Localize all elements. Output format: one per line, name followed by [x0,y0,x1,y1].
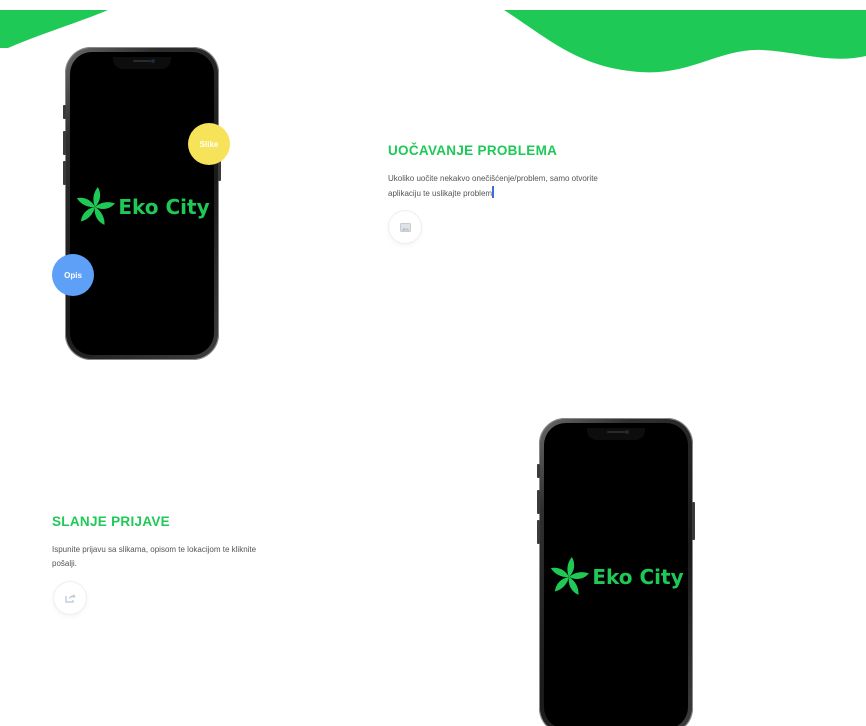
pinwheel-leaf-icon [77,186,116,225]
phone-speaker [133,60,151,62]
slike-badge: Slike [188,123,230,165]
phone-notch [587,428,645,440]
share-icon [64,594,75,603]
eko-city-logo: Eko City [544,556,688,598]
phone-mockup-2: Eko City [537,418,695,726]
top-left-wave [0,10,108,48]
phone-speaker [607,431,625,433]
feature-desc-line: Ispunite prijavu sa slikama, opisom te l… [52,545,257,554]
phone-side-button [537,464,540,478]
image-icon [399,222,411,232]
phone-mockup-1: Eko City [63,47,221,360]
feature-title-slanje: SLANJE PRIJAVE [52,514,170,529]
opis-badge: Opis [52,254,94,296]
feature-desc-text: aplikaciju te uslikajte problem [388,188,493,198]
eko-city-logo: Eko City [70,186,214,228]
phone-side-button [63,105,66,119]
phone-volume-up [537,490,540,514]
slike-badge-label: Slike [199,139,219,149]
phone-camera [151,59,155,63]
phone-screen: Eko City [544,423,688,726]
phone-notch [113,57,171,69]
opis-badge-label: Opis [64,270,82,280]
phone-screen: Eko City [70,52,214,355]
logo-text: Eko City [592,565,684,589]
logo-text: Eko City [118,195,210,219]
phone-volume-down [537,520,540,544]
feature-desc-line: aplikaciju te uslikajte problem [388,185,688,201]
page: Eko City Slike Opis UOČAVANJE PROBLEMA U… [0,0,866,726]
feature-desc-line: Ukoliko uočite nekakvo onečišćenje/probl… [388,174,598,183]
phone-volume-up [63,131,66,155]
feature-desc-line: pošalji. [52,558,77,568]
feature-title-uocavanje: UOČAVANJE PROBLEMA [388,143,558,158]
phone-camera [625,430,629,434]
top-right-wave [504,10,866,73]
feature-desc-uocavanje: Ukoliko uočite nekakvo onečišćenje/probl… [388,172,688,200]
phone-volume-down [63,161,66,185]
phone-power-button [692,502,695,540]
pinwheel-leaf-icon [551,556,590,595]
feature-desc-slanje: Ispunite prijavu sa slikama, opisom te l… [52,543,352,570]
text-cursor [492,185,495,198]
image-icon-button[interactable] [389,211,421,243]
share-icon-button[interactable] [54,582,86,614]
